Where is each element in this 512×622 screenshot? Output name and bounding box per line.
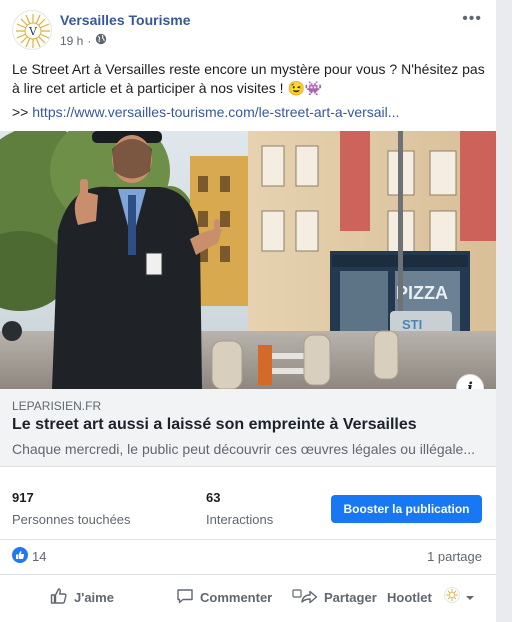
link-description: Chaque mercredi, le public peut découvri… — [12, 441, 476, 457]
action-bar: J'aime Commenter Partager Hootlet — [0, 574, 496, 618]
comment-icon — [176, 587, 194, 608]
link-preview[interactable]: LEPARISIEN.FR Le street art aussi a lais… — [0, 389, 496, 467]
share-button[interactable]: Partager — [292, 587, 377, 608]
share-count[interactable]: 1 partage — [427, 549, 482, 564]
link-title[interactable]: Le street art aussi a laissé son emprein… — [12, 416, 417, 434]
interactions-label: Interactions — [206, 512, 274, 527]
chevron-down-icon — [465, 589, 475, 607]
share-icon — [292, 587, 318, 608]
post-link[interactable]: https://www.versailles-tourisme.com/le-s… — [32, 104, 399, 120]
thumbs-up-icon — [50, 587, 68, 608]
reach-stat[interactable]: 917 Personnes touchées — [12, 490, 131, 527]
shop-sign-text: PIZZA — [396, 283, 448, 303]
like-label: J'aime — [74, 590, 114, 605]
wall-sign-text: STI — [402, 317, 422, 332]
more-dots-icon[interactable]: ••• — [462, 10, 482, 28]
reaction-count[interactable]: 14 — [32, 549, 46, 564]
page-name[interactable]: Versailles Tourisme — [60, 12, 190, 28]
reach-value: 917 — [12, 490, 34, 505]
post-header: V Versailles Tourisme 19 h · ••• — [12, 10, 488, 52]
share-label: Partager — [324, 590, 377, 605]
meta-separator: · — [87, 33, 92, 48]
globe-icon[interactable] — [95, 33, 107, 48]
boost-post-button[interactable]: Booster la publication — [331, 495, 482, 523]
post-card: V Versailles Tourisme 19 h · ••• Le Stre… — [0, 0, 496, 622]
like-reaction-icon[interactable] — [12, 547, 28, 563]
interactions-value: 63 — [206, 490, 221, 505]
interactions-stat[interactable]: 63 Interactions — [206, 490, 273, 527]
post-time[interactable]: 19 h — [60, 34, 83, 48]
post-link-line: >> https://www.versailles-tourisme.com/l… — [12, 103, 488, 122]
comment-label: Commenter — [200, 590, 273, 605]
reach-label: Personnes touchées — [12, 512, 131, 527]
post-text: Le Street Art à Versailles reste encore … — [12, 61, 485, 96]
reactions-row: 14 1 partage — [12, 546, 484, 566]
link-preview-image[interactable]: PIZZA STI — [0, 131, 496, 389]
page-avatar-small-icon — [444, 587, 460, 608]
insights-bar: 917 Personnes touchées 63 Interactions B… — [0, 478, 496, 540]
link-prefix: >> — [12, 104, 33, 120]
svg-text:V: V — [28, 25, 38, 38]
audience-selector[interactable] — [444, 587, 475, 608]
hootlet-button[interactable]: Hootlet — [387, 590, 432, 605]
comment-button[interactable]: Commenter — [176, 587, 272, 608]
page-avatar[interactable]: V — [12, 10, 52, 50]
like-button[interactable]: J'aime — [50, 587, 114, 608]
page-background — [496, 0, 512, 622]
post-meta: 19 h · — [60, 33, 107, 48]
link-domain: LEPARISIEN.FR — [12, 399, 102, 413]
